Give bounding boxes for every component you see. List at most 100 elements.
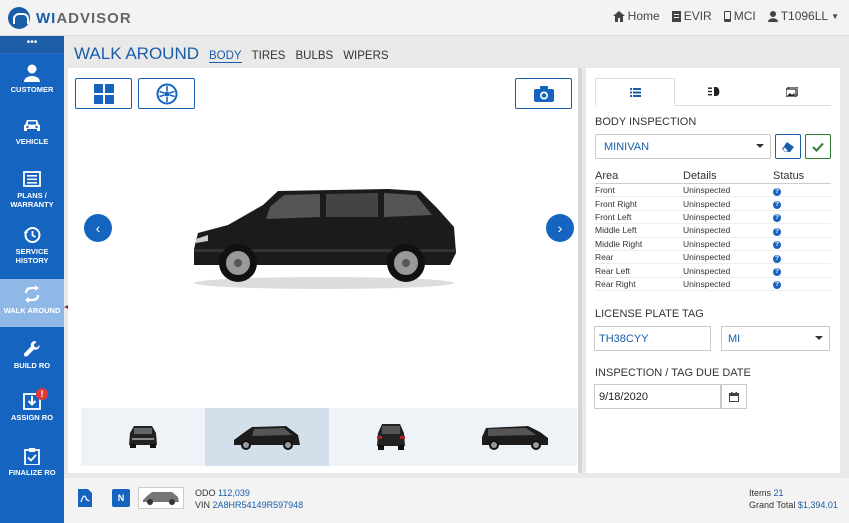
due-date-label: INSPECTION / TAG DUE DATE [595,367,751,379]
next-view-button[interactable]: › [546,214,574,242]
headlight-icon [707,87,719,96]
due-date-input[interactable]: 9/18/2020 [594,384,721,409]
sidebar-more-button[interactable]: ••• [0,36,64,54]
top-nav: Home EVIR MCI T1096LL ▼ [612,9,839,23]
calendar-icon [729,391,739,402]
tab-wipers[interactable]: WIPERS [343,50,388,62]
items-label: Items [749,488,772,498]
nav-mci-label: MCI [733,9,756,23]
row-details: Uninspected [683,185,731,196]
tab-bulbs[interactable]: BULBS [295,50,333,62]
row-details: Uninspected [683,278,731,289]
license-plate-input[interactable]: TH38CYY [594,326,711,351]
question-circle-icon: ? [773,254,781,263]
clipboard-icon [24,448,40,465]
table-header: Area Details Status [595,170,831,184]
vehicle-type-value: MINIVAN [604,141,650,153]
mobile-icon [723,10,731,22]
sidebar-item-service-history[interactable]: SERVICE HISTORY [0,220,64,270]
pdf-icon [671,10,681,22]
sidebar-item-label: FINALIZE RO [8,468,56,477]
table-row[interactable]: Middle Right Uninspected? [595,238,831,251]
camera-button[interactable] [515,78,572,109]
table-row[interactable]: Front Uninspected? [595,184,831,198]
wheel-view-button[interactable] [138,78,195,109]
inspection-tabs [595,78,831,106]
note-badge-button[interactable]: N [112,489,130,507]
thumbnail-rear-left[interactable] [453,408,577,466]
vehicle-thumbnail[interactable] [138,487,184,509]
row-area: Rear [595,252,614,263]
tab-body[interactable]: BODY [209,50,242,63]
row-details: Uninspected [683,265,731,276]
alert-badge: ! [36,388,48,400]
column-header-area: Area [595,170,619,182]
table-row[interactable]: Front Left Uninspected? [595,211,831,225]
row-details: Uninspected [683,225,731,236]
repeat-icon [24,285,40,303]
state-value: MI [728,333,741,345]
question-circle-icon: ? [773,187,781,196]
calendar-button[interactable] [721,384,747,409]
sidebar-item-finalize-ro[interactable]: FINALIZE RO [0,441,64,491]
question-circle-icon: ? [773,268,781,277]
sidebar-item-assign-ro[interactable]: ! ASSIGN RO [0,386,64,436]
thumbnail-rear[interactable] [329,408,453,466]
sidebar-item-build-ro[interactable]: BUILD RO [0,334,64,384]
logo-prefix: WI [36,9,57,27]
tab-gallery[interactable] [753,78,831,105]
sidebar-item-plans-warranty[interactable]: PLANS / WARRANTY [0,164,64,214]
app-logo[interactable]: WIADVISOR [8,6,132,30]
table-row[interactable]: Middle Left Uninspected? [595,224,831,238]
grid-view-button[interactable] [75,78,132,109]
mopar-logo-icon [8,7,30,29]
sidebar-item-walk-around[interactable]: WALK AROUND [0,279,64,327]
wheel-icon [156,83,177,104]
body-inspection-title: BODY INSPECTION [595,116,697,128]
user-name: T1096LL [780,9,829,23]
table-row[interactable]: Rear Left Uninspected? [595,264,831,278]
nav-evir-label: EVIR [683,9,712,23]
home-icon [612,10,625,22]
nav-home[interactable]: Home [612,9,660,23]
thumbnail-front[interactable] [81,408,205,466]
state-select[interactable]: MI [721,326,830,351]
column-header-details: Details [683,170,717,182]
odo-value: 112,039 [218,488,250,498]
row-details: Uninspected [683,211,731,222]
list-icon [629,87,641,97]
sidebar-item-vehicle[interactable]: VEHICLE [0,110,64,160]
check-icon [812,142,824,152]
row-details: Uninspected [683,198,731,209]
pdf-icon[interactable] [78,489,92,507]
column-header-status: Status [773,170,805,182]
table-row[interactable]: Front Right Uninspected? [595,197,831,211]
user-menu[interactable]: T1096LL ▼ [767,9,839,23]
sidebar-item-label: BUILD RO [13,361,51,370]
question-circle-icon: ? [773,281,781,290]
inspection-table: Area Details Status Front Uninspected? Fr… [595,170,831,292]
tab-tires[interactable]: TIRES [252,50,286,62]
question-circle-icon: ? [773,227,781,236]
confirm-button[interactable] [805,134,831,159]
tab-list[interactable] [595,78,675,106]
row-area: Front [595,185,615,196]
user-icon [767,10,778,22]
vehicle-type-select[interactable]: MINIVAN [595,134,771,159]
sidebar-item-label: PLANS / WARRANTY [10,191,54,209]
row-area: Middle Right [595,238,643,249]
thumbnail-front-left[interactable] [205,408,329,466]
clear-button[interactable] [775,134,801,159]
nav-evir[interactable]: EVIR [671,9,712,23]
table-row[interactable]: Rear Uninspected? [595,251,831,265]
sidebar-item-customer[interactable]: CUSTOMER [0,58,64,108]
tab-lights[interactable] [675,78,753,105]
table-row[interactable]: Rear Right Uninspected? [595,278,831,292]
prev-view-button[interactable]: ‹ [84,214,112,242]
nav-mci[interactable]: MCI [723,9,756,23]
logo-suffix: ADVISOR [56,9,132,27]
caret-down-icon [815,336,823,340]
chevron-right-icon: › [557,220,563,236]
row-area: Rear Left [595,265,630,276]
inspection-panel: BODY INSPECTION MINIVAN Area Details Sta… [586,68,840,473]
